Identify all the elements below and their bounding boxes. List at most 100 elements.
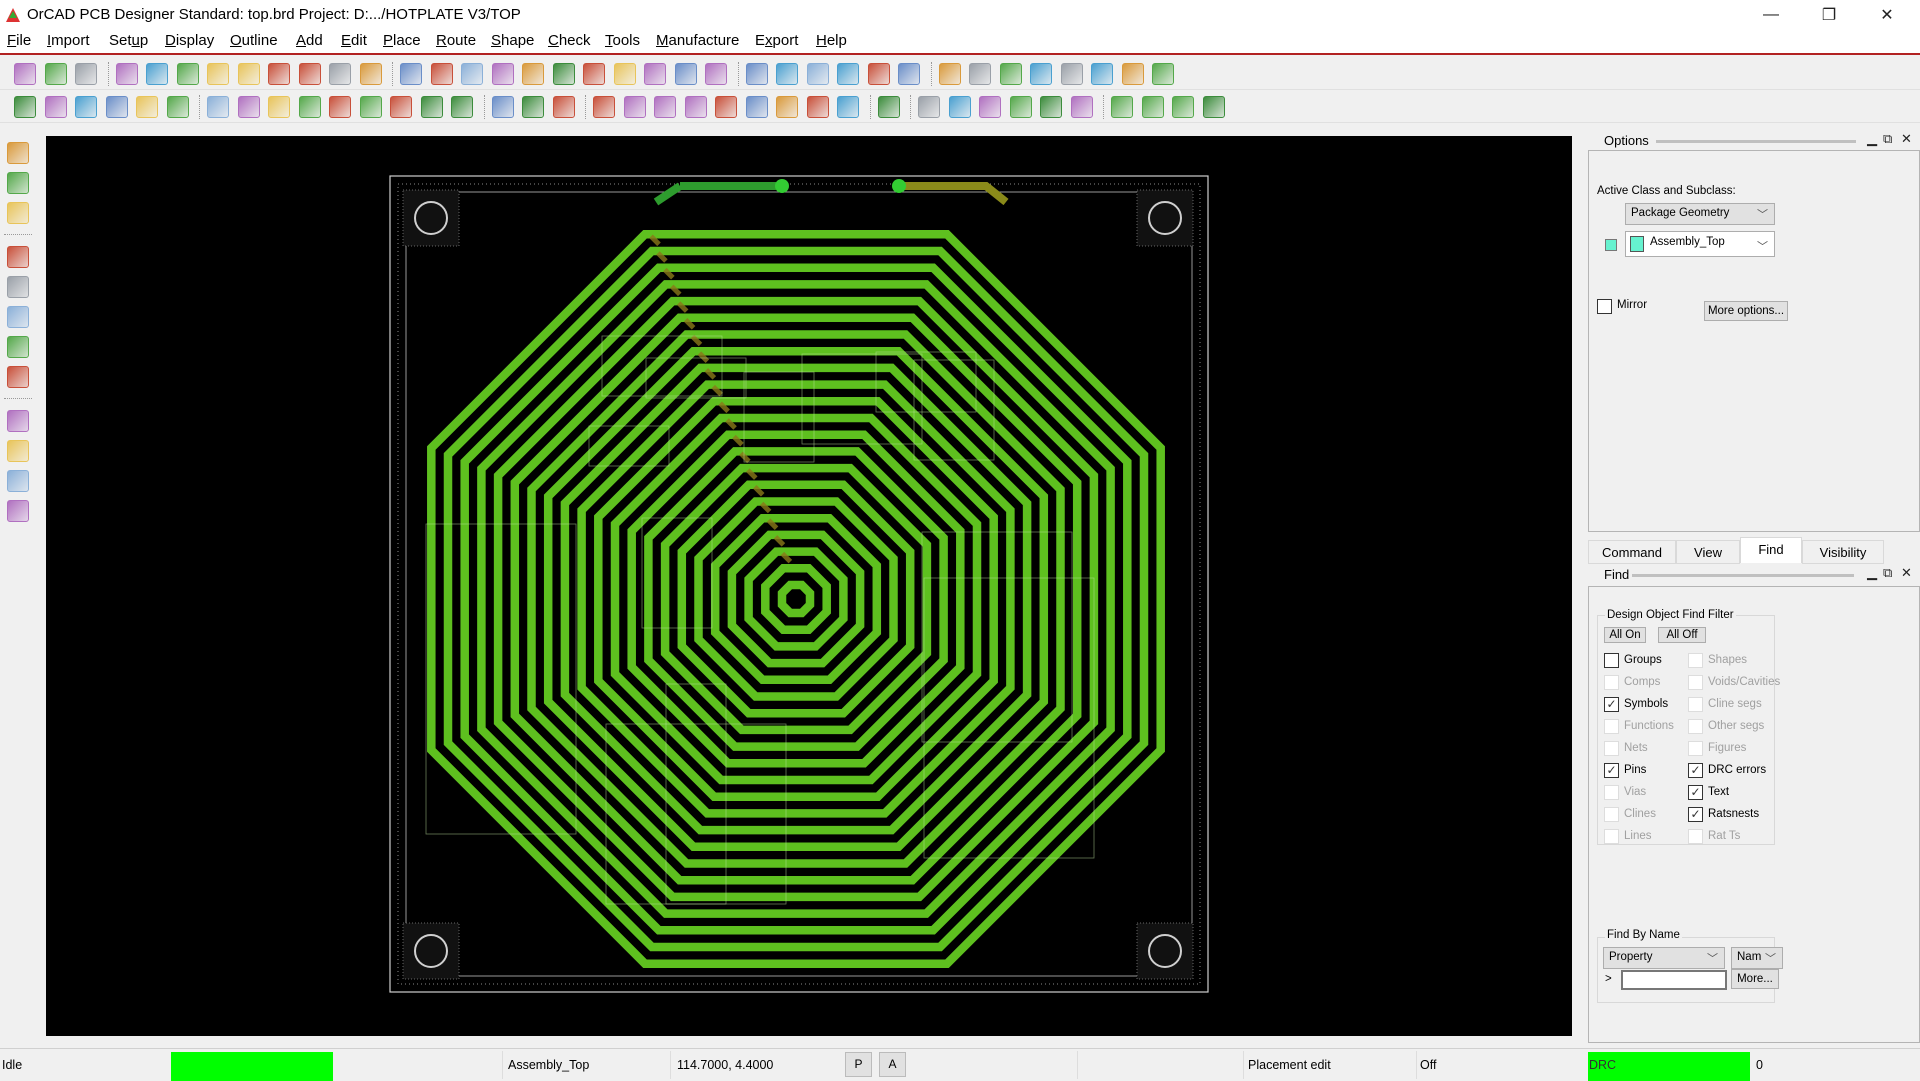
delay-tune-icon[interactable]: [1070, 96, 1093, 118]
place-connector-icon[interactable]: [7, 202, 29, 224]
find-pins-checkbox[interactable]: ✓: [1604, 763, 1619, 778]
zoom-previous-icon[interactable]: [583, 63, 605, 85]
add-connect-icon[interactable]: [7, 246, 29, 268]
find-ratsnests-checkbox[interactable]: ✓: [1688, 807, 1703, 822]
grid-place-icon[interactable]: [837, 96, 859, 118]
flip-icon[interactable]: [705, 63, 727, 85]
plot-icon[interactable]: [745, 96, 768, 118]
save-icon[interactable]: [75, 63, 97, 85]
route-connect-icon[interactable]: [918, 96, 940, 118]
panel-drag-handle[interactable]: [1656, 140, 1856, 143]
class-dropdown[interactable]: Package Geometry ﹀: [1625, 203, 1775, 225]
layer-3-icon[interactable]: [75, 96, 97, 118]
rect-shape-icon[interactable]: [237, 96, 260, 118]
array-icon[interactable]: [806, 96, 829, 118]
delete-icon[interactable]: [176, 63, 199, 85]
tab-visibility[interactable]: Visibility: [1802, 540, 1884, 564]
find-vias-checkbox[interactable]: [1604, 785, 1619, 800]
find-symbols-checkbox[interactable]: ✓: [1604, 697, 1619, 712]
redo-icon[interactable]: [268, 63, 290, 85]
color-manager-icon[interactable]: [867, 63, 890, 85]
zoom-fit-icon[interactable]: [461, 63, 483, 85]
3d-canvas-icon[interactable]: [898, 63, 920, 85]
undo-icon[interactable]: [207, 63, 229, 85]
zoom-in-icon[interactable]: [522, 63, 544, 85]
find-groups-checkbox[interactable]: [1604, 653, 1619, 668]
panel-close-icon[interactable]: ✕: [1901, 131, 1912, 147]
renaming-icon[interactable]: [715, 96, 737, 118]
menu-help[interactable]: Help: [816, 32, 847, 49]
menu-display[interactable]: Display: [165, 32, 214, 49]
dimension-icon[interactable]: [522, 96, 544, 118]
add-text-icon[interactable]: [7, 470, 29, 492]
absolute-relative-button[interactable]: A: [879, 1052, 906, 1077]
close-button[interactable]: ✕: [1864, 0, 1910, 30]
find-drc-errors-checkbox[interactable]: ✓: [1688, 763, 1703, 778]
shape-edit-icon[interactable]: [390, 96, 412, 118]
design-canvas[interactable]: [46, 136, 1572, 1036]
find-other-segs-checkbox[interactable]: [1688, 719, 1703, 734]
assign-color-icon[interactable]: [1152, 63, 1174, 85]
via-icon[interactable]: [491, 96, 514, 118]
slide-route-icon[interactable]: [7, 276, 29, 298]
zoom-points-icon[interactable]: [491, 63, 514, 85]
tab-view[interactable]: View: [1676, 540, 1740, 564]
menu-import[interactable]: Import: [47, 32, 90, 49]
select-shape-icon[interactable]: [298, 96, 321, 118]
menu-add[interactable]: Add: [296, 32, 323, 49]
ratsnest-status-icon[interactable]: [329, 63, 351, 85]
redraw-icon[interactable]: [644, 63, 666, 85]
show-element-icon[interactable]: [938, 63, 961, 85]
panel-float-icon[interactable]: ⧉: [1883, 131, 1892, 147]
dehighlight-icon[interactable]: [1091, 63, 1113, 85]
undo-dropdown-icon[interactable]: [237, 63, 260, 85]
canvas-tile-icon[interactable]: [1141, 96, 1164, 118]
layer-2-icon[interactable]: [44, 96, 67, 118]
move-pin-icon[interactable]: [776, 96, 798, 118]
redo-dropdown-icon[interactable]: [298, 63, 321, 85]
find-name-input[interactable]: [1621, 970, 1727, 990]
vertex-icon[interactable]: [1009, 96, 1032, 118]
panel-minimize-icon[interactable]: ▁: [1867, 131, 1877, 147]
find-text-checkbox[interactable]: ✓: [1688, 785, 1703, 800]
place-component-icon[interactable]: [7, 142, 29, 164]
custom-smooth-icon[interactable]: [979, 96, 1001, 118]
layer-1-icon[interactable]: [14, 96, 36, 118]
canvas-min-icon[interactable]: [1172, 96, 1194, 118]
menu-route[interactable]: Route: [436, 32, 476, 49]
find-nets-checkbox[interactable]: [1604, 741, 1619, 756]
rats-all-icon[interactable]: [430, 63, 453, 85]
help-icon[interactable]: [1202, 96, 1225, 118]
spread-icon[interactable]: [877, 96, 900, 118]
minimize-button[interactable]: —: [1748, 0, 1794, 30]
align-icon[interactable]: [654, 96, 676, 118]
find-functions-checkbox[interactable]: [1604, 719, 1619, 734]
subclass-dropdown[interactable]: Assembly_Top ﹀: [1625, 231, 1775, 257]
zoom-world-icon[interactable]: [613, 63, 636, 85]
maximize-button[interactable]: ❐: [1806, 0, 1852, 30]
menu-edit[interactable]: Edit: [341, 32, 367, 49]
pcb-board-view[interactable]: [46, 136, 1572, 1036]
more-options-button[interactable]: More options...: [1704, 301, 1788, 321]
show-measure-icon[interactable]: [969, 63, 991, 85]
bus-route-icon[interactable]: [7, 366, 29, 388]
place-manual-icon[interactable]: [593, 96, 615, 118]
layer-4-icon[interactable]: [105, 96, 128, 118]
add-pin-icon[interactable]: [207, 96, 229, 118]
layer-6-icon[interactable]: [166, 96, 189, 118]
find-lines-checkbox[interactable]: [1604, 829, 1619, 844]
find-shapes-checkbox[interactable]: [1688, 653, 1703, 668]
dimension-line-icon[interactable]: [552, 96, 575, 118]
unrats-icon[interactable]: [400, 63, 422, 85]
highlight-icon[interactable]: [1060, 63, 1083, 85]
layer-5-icon[interactable]: [136, 96, 158, 118]
find-cline-segs-checkbox[interactable]: [1688, 697, 1703, 712]
phase-route-icon[interactable]: [7, 336, 29, 358]
zoom-out-icon[interactable]: [552, 63, 575, 85]
pin-icon[interactable]: [359, 63, 382, 85]
place-quickplace-icon[interactable]: [623, 96, 646, 118]
pick-button[interactable]: P: [845, 1052, 872, 1077]
shadow-icon[interactable]: [806, 63, 829, 85]
3d-view-icon[interactable]: [674, 63, 697, 85]
find-comps-checkbox[interactable]: [1604, 675, 1619, 690]
